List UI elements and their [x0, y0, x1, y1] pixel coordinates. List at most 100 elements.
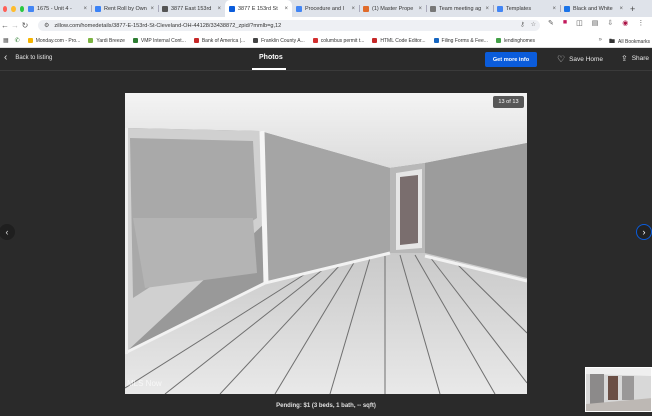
get-more-info-button[interactable]: Get more info [485, 52, 537, 67]
browser-tab[interactable]: Black and White × [560, 0, 627, 17]
tab-list: 1675 - Unit 4 - × Rent Roll by Own × 3877 E… [24, 0, 627, 17]
back-to-listing-label: Back to listing [15, 55, 53, 61]
close-window-button[interactable] [3, 5, 8, 12]
browser-tab[interactable]: 3877 East 153rd × [158, 0, 225, 17]
bookmark-label: Filing Forms & Fee... [441, 37, 488, 44]
chevron-left-icon: ‹ [4, 52, 8, 63]
tab-close-icon[interactable]: × [83, 6, 87, 12]
browser-tab[interactable]: Team meeting ag × [426, 0, 493, 17]
bookmark-item[interactable]: Yardi Breeze [88, 38, 125, 44]
next-photo-button[interactable]: › [636, 224, 652, 240]
profile-avatar-icon[interactable]: ◉ [622, 19, 628, 27]
new-tab-button[interactable]: + [627, 4, 635, 14]
all-bookmarks-button[interactable]: 🖿 All Bookmarks [609, 37, 650, 47]
minimize-window-button[interactable] [11, 5, 16, 12]
all-bookmarks-label: All Bookmarks [618, 39, 650, 45]
tab-favicon-icon [363, 5, 369, 12]
bookmark-item[interactable]: HTML Code Editor... [372, 38, 426, 44]
tab-title: Black and White [573, 5, 613, 12]
browser-tab[interactable]: Procedure and I × [292, 0, 359, 17]
bookmark-item[interactable]: Monday.com - Pro... [27, 37, 81, 44]
bookmark-item[interactable]: VMP Internal Cont... [132, 37, 186, 44]
tab-close-icon[interactable]: × [619, 6, 623, 12]
bookmark-item[interactable]: Franklin County A... [253, 38, 305, 44]
sidebar-icon[interactable]: ▤ [592, 19, 599, 27]
bookmark-label: columbus permit t... [320, 37, 365, 44]
listing-photo [125, 93, 527, 394]
window-controls [0, 5, 24, 12]
save-home-label: Save Home [569, 56, 604, 63]
tab-favicon-icon [430, 5, 436, 12]
bookmarks-bar: ▦ ✆ Monday.com - Pro... Yardi Breeze VMP I… [0, 34, 652, 48]
extensions-area: ✎ ■ ◫ ▤ ⇩ ◉ ⋮ [548, 19, 644, 27]
browser-tab[interactable]: (1) Master Prope × [359, 0, 426, 17]
tab-photos[interactable]: Photos [259, 54, 283, 61]
tab-close-icon[interactable]: × [485, 6, 489, 12]
pen-extension-icon[interactable]: ✎ [548, 19, 554, 27]
tab-close-icon[interactable]: × [351, 6, 355, 12]
tab-close-icon[interactable]: × [150, 6, 154, 12]
active-tab-indicator [252, 68, 286, 70]
apps-grid-icon[interactable]: ▦ [3, 37, 9, 44]
tab-title: Procedure and I [305, 5, 345, 12]
phone-bookmark-icon[interactable]: ✆ [15, 37, 20, 44]
bookmark-star-icon[interactable]: ☆ [531, 21, 536, 28]
tab-favicon-icon [229, 5, 235, 12]
forward-nav-icon[interactable]: → [10, 21, 20, 30]
chevron-left-icon: ‹ [5, 227, 9, 237]
bookmark-favicon-icon [193, 38, 199, 43]
extension-icon[interactable]: ■ [563, 19, 567, 27]
tab-favicon-icon [296, 5, 302, 12]
menu-kebab-icon[interactable]: ⋮ [637, 19, 644, 27]
bookmark-item[interactable]: Filing Forms & Fee... [433, 37, 488, 44]
chevron-right-icon: › [642, 227, 646, 237]
tab-title: Rent Roll by Own [104, 5, 147, 12]
heart-icon: ♡ [557, 54, 566, 64]
bookmark-item[interactable]: columbus permit t... [312, 37, 365, 44]
url-bar[interactable]: ⚙ zillow.com/homedetails/3877-E-153rd-St… [38, 20, 540, 31]
bookmark-item[interactable]: Bank of America |... [193, 37, 246, 44]
photo-viewer-header: ‹ Back to listing Photos Get more info ♡… [0, 48, 652, 71]
browser-tab[interactable]: 1675 - Unit 4 - × [24, 0, 91, 17]
previous-photo-button[interactable]: ‹ [0, 224, 15, 240]
bookmark-favicon-icon [312, 38, 318, 43]
bookmark-list: Monday.com - Pro... Yardi Breeze VMP Inter… [27, 37, 543, 44]
bookmark-favicon-icon [27, 38, 33, 43]
photo-counter: 13 of 13 [493, 96, 524, 108]
back-nav-icon[interactable]: ← [0, 21, 10, 30]
tab-close-icon[interactable]: × [418, 6, 422, 12]
tab-title: 3877 East 153rd [171, 5, 212, 12]
save-home-button[interactable]: ♡ Save Home [557, 54, 603, 65]
share-button[interactable]: ⇪ Share [621, 54, 649, 63]
browser-tab[interactable]: Templates × [493, 0, 560, 17]
site-info-icon[interactable]: ⚙ [44, 22, 49, 29]
puzzle-extensions-icon[interactable]: ◫ [576, 19, 583, 27]
tab-title: 1675 - Unit 4 - [37, 5, 72, 12]
tab-favicon-icon [162, 5, 168, 12]
bookmarks-overflow-icon[interactable]: » [599, 37, 602, 43]
back-to-listing-link[interactable]: ‹ Back to listing [4, 52, 53, 63]
browser-tab[interactable]: Rent Roll by Own × [91, 0, 158, 17]
tab-favicon-icon [28, 5, 34, 12]
photo-thumbnail[interactable] [585, 367, 652, 412]
bookmark-label: Bank of America |... [201, 37, 246, 44]
bookmark-label: Franklin County A... [261, 37, 305, 44]
tab-title: (1) Master Prope [372, 5, 414, 12]
password-key-icon[interactable]: ⚷ [520, 21, 524, 28]
folder-icon: 🖿 [609, 39, 616, 45]
download-icon[interactable]: ⇩ [607, 19, 613, 27]
bookmark-label: Yardi Breeze [96, 37, 125, 44]
bookmark-item[interactable]: lendinghomes [495, 37, 536, 44]
bookmark-label: Monday.com - Pro... [35, 37, 81, 44]
tab-close-icon[interactable]: × [552, 6, 556, 12]
reload-icon[interactable]: ↻ [20, 21, 30, 30]
tab-close-icon[interactable]: × [284, 6, 288, 12]
bookmark-label: VMP Internal Cont... [140, 37, 186, 44]
listing-caption: Pending: $1 (3 beds, 1 bath, -- sqft) [276, 403, 376, 409]
tab-favicon-icon [95, 5, 101, 12]
bookmark-label: lendinghomes [503, 37, 536, 44]
bookmark-favicon-icon [495, 38, 501, 43]
tab-title: 3877 E 153rd St [238, 5, 278, 12]
browser-tab[interactable]: 3877 E 153rd St × [225, 0, 292, 17]
tab-close-icon[interactable]: × [217, 6, 221, 12]
